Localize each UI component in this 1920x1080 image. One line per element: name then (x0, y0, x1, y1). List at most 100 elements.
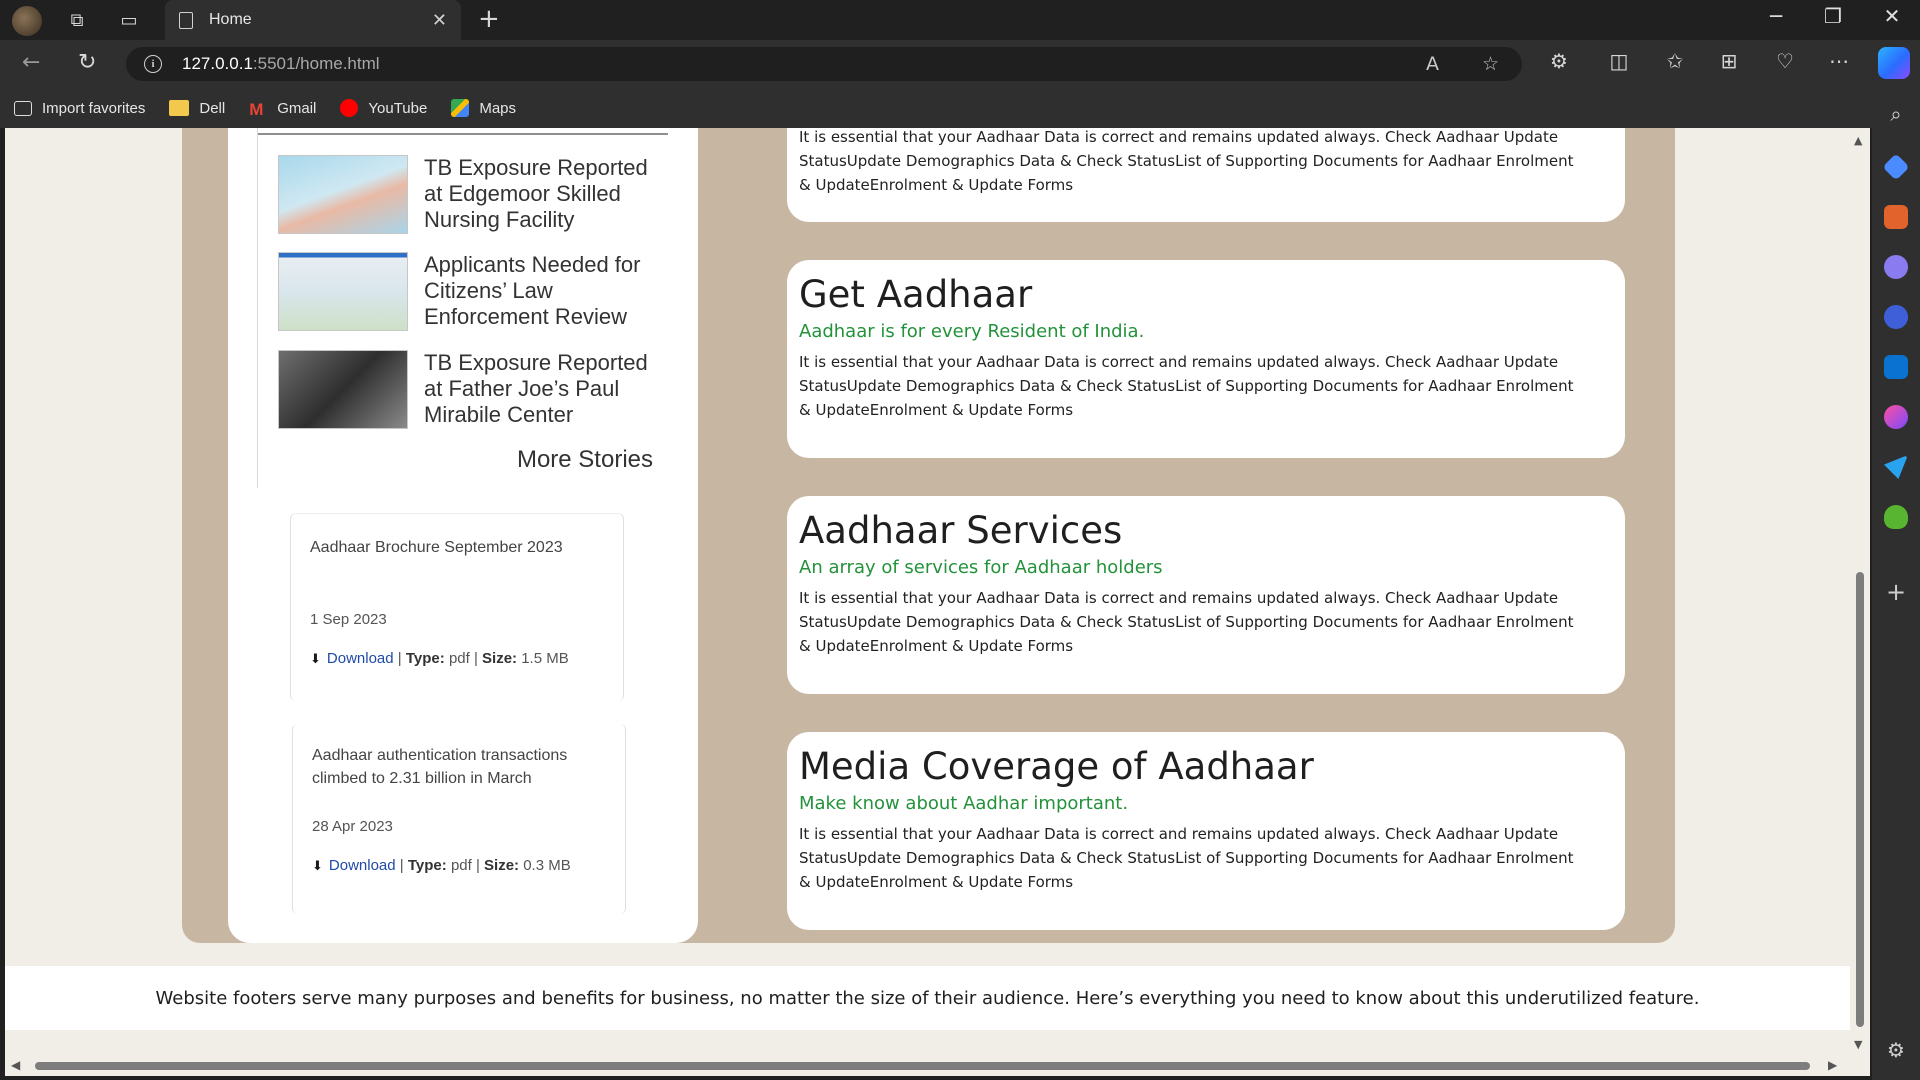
youtube-icon (340, 99, 359, 117)
info-card: It is essential that your Aadhaar Data i… (787, 128, 1625, 222)
news-story[interactable]: TB Exposure Reported at Edgemoor Skilled… (278, 155, 663, 234)
card-title: Get Aadhaar (799, 273, 1033, 316)
more-stories-link[interactable]: More Stories (517, 446, 653, 474)
news-story[interactable]: TB Exposure Reported at Father Joe’s Pau… (278, 350, 663, 429)
info-card-get-aadhaar: Get Aadhaar Aadhaar is for every Residen… (787, 260, 1625, 458)
more-menu-icon[interactable]: ⋯ (1824, 49, 1854, 73)
scrollbar-thumb[interactable] (1856, 572, 1864, 1027)
story-title[interactable]: TB Exposure Reported at Edgemoor Skilled… (424, 155, 663, 234)
document-title: Aadhaar Brochure September 2023 (310, 539, 563, 556)
footer-text: Website footers serve many purposes and … (155, 987, 1700, 1009)
bookmark-label: Import favorites (42, 99, 146, 117)
bookmarks-bar: Import favorites Dell M Gmail YouTube Ma… (0, 88, 1920, 128)
scroll-down-icon[interactable]: ▼ (1854, 1038, 1862, 1051)
card-body: It is essential that your Aadhaar Data i… (799, 353, 1574, 419)
url-path: :5501/home.html (252, 54, 380, 73)
bookmark-label: Gmail (277, 99, 317, 117)
scrollbar-thumb[interactable] (35, 1062, 1810, 1070)
size-label: Size: (484, 857, 520, 874)
close-tab-icon[interactable]: ✕ (432, 10, 447, 31)
size-label: Size: (482, 650, 518, 667)
extensions-icon[interactable]: ⚙ (1544, 49, 1574, 73)
document-meta: ⬇ Download | Type: pdf | Size: 0.3 MB (312, 857, 571, 874)
folder-icon (169, 100, 190, 116)
vertical-scrollbar[interactable]: ▲ ▼ (1850, 128, 1870, 1056)
card-body: It is essential that your Aadhaar Data i… (799, 128, 1574, 194)
bookmark-maps[interactable]: Maps (451, 99, 516, 117)
copilot-sidebar-icon[interactable] (1884, 305, 1908, 329)
tree-icon[interactable] (1884, 505, 1908, 529)
bookmark-label: Dell (199, 99, 226, 117)
minimize-icon[interactable]: ─ (1756, 4, 1796, 28)
tab-title: Home (209, 11, 252, 28)
url-host: 127.0.0.1 (182, 54, 253, 73)
read-aloud-icon[interactable]: A (1426, 53, 1439, 75)
split-screen-icon[interactable]: ◫ (1604, 49, 1634, 73)
document-meta: ⬇ Download | Type: pdf | Size: 1.5 MB (310, 650, 569, 667)
restore-icon[interactable]: ❐ (1813, 4, 1853, 28)
card-body: It is essential that your Aadhaar Data i… (799, 589, 1574, 655)
download-link[interactable]: Download (329, 857, 396, 874)
bookmark-label: YouTube (368, 99, 428, 117)
download-link[interactable]: Download (327, 650, 394, 667)
tab-home[interactable]: Home ✕ (165, 0, 461, 40)
collections-icon[interactable]: ⊞ (1714, 49, 1744, 73)
news-story[interactable]: Applicants Needed for Citizens’ Law Enfo… (278, 252, 663, 331)
story-title[interactable]: TB Exposure Reported at Father Joe’s Pau… (424, 350, 663, 429)
divider (258, 133, 668, 135)
add-sidebar-app-icon[interactable]: + (1881, 578, 1911, 606)
favorites-icon[interactable]: ✩ (1660, 49, 1690, 73)
telegram-icon[interactable] (1884, 455, 1908, 479)
browser-essentials-icon[interactable]: ♡ (1770, 49, 1800, 73)
page-viewport: TB Exposure Reported at Edgemoor Skilled… (5, 128, 1850, 1056)
file-type: pdf (448, 650, 470, 667)
tools-icon[interactable] (1884, 205, 1908, 229)
news-widget: TB Exposure Reported at Edgemoor Skilled… (257, 128, 668, 488)
edge-sidebar: ⌕ + ⚙ (1872, 88, 1920, 1080)
designer-icon[interactable] (1884, 405, 1908, 429)
scroll-up-icon[interactable]: ▲ (1854, 134, 1862, 147)
horizontal-scrollbar[interactable]: ◀ ▶ (5, 1056, 1870, 1076)
gmail-icon: M (249, 100, 264, 119)
bookmark-dell[interactable]: Dell (169, 100, 225, 117)
page-icon (179, 11, 193, 29)
page-footer: Website footers serve many purposes and … (5, 966, 1850, 1030)
scroll-left-icon[interactable]: ◀ (11, 1058, 20, 1072)
sidebar-settings-icon[interactable]: ⚙ (1881, 1038, 1911, 1062)
document-date: 1 Sep 2023 (310, 611, 387, 628)
scroll-right-icon[interactable]: ▶ (1828, 1058, 1837, 1072)
story-thumbnail (278, 155, 408, 234)
back-icon[interactable]: ← (22, 50, 40, 75)
games-icon[interactable] (1884, 255, 1908, 279)
vertical-tabs-icon[interactable]: ▭ (114, 6, 144, 34)
profile-avatar[interactable] (12, 6, 42, 36)
close-window-icon[interactable]: ✕ (1872, 4, 1912, 28)
info-card-aadhaar-services: Aadhaar Services An array of services fo… (787, 496, 1625, 694)
story-title[interactable]: Applicants Needed for Citizens’ Law Enfo… (424, 252, 663, 331)
copilot-icon[interactable] (1878, 47, 1910, 79)
site-info-icon[interactable]: i (144, 55, 162, 73)
outlook-icon[interactable] (1884, 355, 1908, 379)
import-icon (14, 100, 32, 116)
download-icon[interactable]: ⬇ (310, 651, 321, 667)
file-type: pdf (450, 857, 472, 874)
type-label: Type: (407, 857, 447, 874)
shopping-tag-icon[interactable] (1882, 153, 1910, 181)
card-subtitle: Aadhaar is for every Resident of India. (799, 321, 1145, 342)
card-body: It is essential that your Aadhaar Data i… (799, 825, 1574, 891)
info-card-media-coverage: Media Coverage of Aadhaar Make know abou… (787, 732, 1625, 930)
type-label: Type: (405, 650, 445, 667)
new-tab-icon[interactable]: + (478, 4, 500, 34)
bookmark-import-favorites[interactable]: Import favorites (14, 100, 145, 117)
card-subtitle: Make know about Aadhar important. (799, 793, 1129, 814)
bookmark-label: Maps (479, 99, 517, 117)
url-field[interactable]: i 127.0.0.1:5501/home.html A ☆ (126, 47, 1522, 81)
bookmark-gmail[interactable]: M Gmail (249, 99, 317, 120)
workspaces-icon[interactable]: ⧉ (62, 6, 92, 34)
address-bar: ← ↻ i 127.0.0.1:5501/home.html A ☆ ⚙ ◫ ✩… (0, 40, 1920, 88)
search-icon[interactable]: ⌕ (1881, 102, 1911, 126)
refresh-icon[interactable]: ↻ (78, 50, 96, 75)
favorite-star-icon[interactable]: ☆ (1482, 53, 1499, 75)
download-icon[interactable]: ⬇ (312, 858, 323, 874)
bookmark-youtube[interactable]: YouTube (340, 99, 427, 117)
